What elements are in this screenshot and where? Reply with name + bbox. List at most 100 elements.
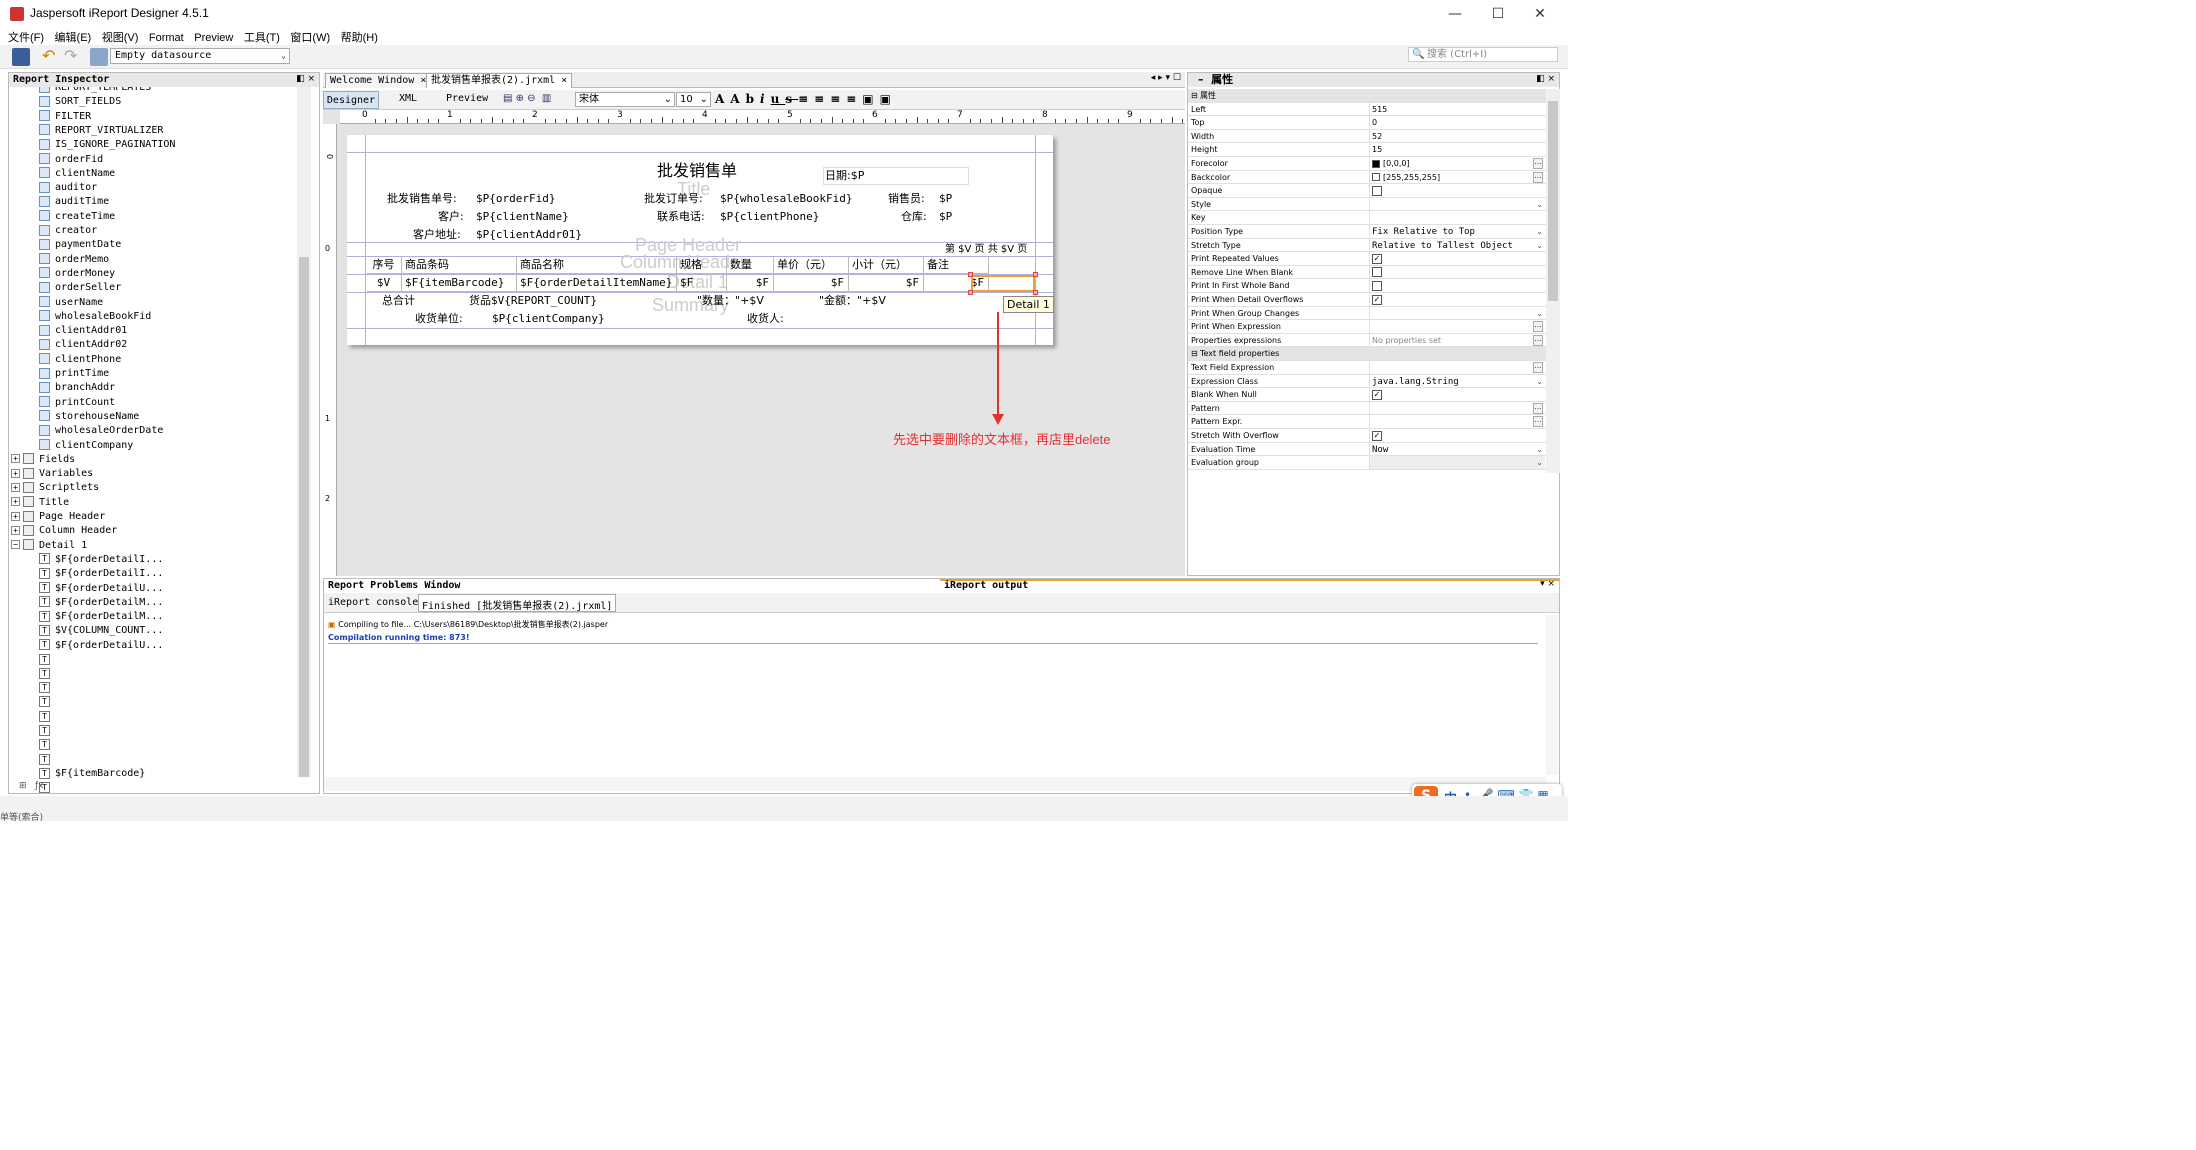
- tree-section[interactable]: + Title: [11, 496, 69, 510]
- menu-preview[interactable]: Preview: [194, 32, 233, 44]
- tree-item-parameter[interactable]: printCount: [39, 396, 115, 410]
- tree-section[interactable]: + Column Header: [11, 524, 117, 538]
- report-page[interactable]: Title Page Header Column Header Detail 1…: [347, 135, 1053, 345]
- tree-item-parameter[interactable]: auditor: [39, 181, 97, 195]
- expand-icon[interactable]: +: [11, 525, 20, 535]
- column-header-cell[interactable]: 商品名称: [517, 257, 677, 274]
- panel-controls[interactable]: ◧ ×: [296, 74, 315, 84]
- tree-item-parameter[interactable]: FILTER: [39, 110, 91, 124]
- tree-item-parameter[interactable]: storehouseName: [39, 410, 139, 424]
- close-icon[interactable]: ×: [561, 75, 567, 86]
- tree-item-parameter[interactable]: branchAddr: [39, 381, 115, 395]
- checkbox-checked[interactable]: ✓: [1372, 253, 1382, 264]
- font-name-select[interactable]: 宋体 ⌄: [575, 92, 675, 107]
- property-row[interactable]: Left 515: [1188, 102, 1546, 117]
- tree-item-parameter[interactable]: auditTime: [39, 195, 109, 209]
- ellipsis-button[interactable]: …: [1533, 158, 1543, 169]
- inspector-footer-icons[interactable]: ⊞ ƒx: [19, 781, 44, 791]
- tree-item-textfield[interactable]: T: [39, 653, 55, 667]
- property-row[interactable]: Forecolor [0,0,0]…: [1188, 157, 1546, 171]
- label-phone[interactable]: 联系电话:: [657, 209, 705, 225]
- chevron-down-icon[interactable]: ⌄: [1536, 456, 1543, 469]
- field-receiver-company[interactable]: $P{clientCompany}: [492, 311, 605, 327]
- tree-item-parameter[interactable]: printTime: [39, 367, 109, 381]
- detail-cell[interactable]: $F: [677, 275, 727, 292]
- field-seller[interactable]: $P: [939, 191, 952, 207]
- tree-item-parameter[interactable]: clientName: [39, 167, 115, 181]
- tree-item-parameter[interactable]: createTime: [39, 210, 115, 224]
- properties-scrollbar[interactable]: [1546, 89, 1560, 473]
- chevron-down-icon[interactable]: ⌄: [1536, 225, 1543, 238]
- output-hscroll[interactable]: [324, 777, 1546, 791]
- checkbox-checked[interactable]: ✓: [1372, 389, 1382, 400]
- column-header-cell[interactable]: 单价（元）: [774, 257, 849, 274]
- detail-cell[interactable]: $F{orderDetailItemName}: [517, 275, 677, 292]
- tree-section[interactable]: + Variables: [11, 467, 93, 481]
- datasource-select[interactable]: Empty datasource ⌄: [110, 48, 290, 64]
- tree-item-textfield[interactable]: T: [39, 725, 55, 739]
- tree-item-textfield[interactable]: T: [39, 696, 55, 710]
- tree-item-parameter[interactable]: REPORT_VIRTUALIZER: [39, 124, 163, 138]
- detail-cell[interactable]: $F: [727, 275, 774, 292]
- selected-textfield[interactable]: [971, 275, 1035, 292]
- tree-item-parameter[interactable]: orderMemo: [39, 253, 109, 267]
- tree-section[interactable]: + Page Header: [11, 510, 105, 524]
- field-book-fid[interactable]: $P{wholesaleBookFid}: [720, 191, 852, 207]
- tree-item-textfield[interactable]: T $F{orderDetailM...: [39, 610, 163, 624]
- column-header-cell[interactable]: 序号: [367, 257, 402, 274]
- property-group-main[interactable]: ⊟ 属性: [1188, 89, 1546, 103]
- property-row[interactable]: Width 52: [1188, 129, 1546, 144]
- property-row[interactable]: Print When Group Changes ⌄: [1188, 306, 1546, 321]
- tree-item-parameter[interactable]: paymentDate: [39, 238, 121, 252]
- checkbox[interactable]: [1372, 280, 1382, 291]
- expand-icon[interactable]: +: [11, 454, 20, 464]
- tree-section[interactable]: − Detail 1: [11, 539, 87, 553]
- property-row[interactable]: Print In First Whole Band: [1188, 279, 1546, 293]
- menu-format[interactable]: Format: [149, 32, 184, 44]
- property-row[interactable]: Print When Detail Overflows ✓: [1188, 293, 1546, 307]
- resize-handle[interactable]: [968, 290, 973, 295]
- detail-cell[interactable]: $V: [367, 275, 402, 292]
- label-warehouse[interactable]: 仓库:: [901, 209, 927, 225]
- tree-item-textfield[interactable]: T: [39, 710, 55, 724]
- column-header-cell[interactable]: 备注: [924, 257, 989, 274]
- report-title[interactable]: 批发销售单: [657, 161, 737, 181]
- property-row[interactable]: Evaluation Time Now ⌄: [1188, 442, 1546, 457]
- column-header-cell[interactable]: 规格: [677, 257, 727, 274]
- tree-item-textfield[interactable]: T: [39, 753, 55, 767]
- tree-item-textfield[interactable]: T $F{orderDetailU...: [39, 639, 163, 653]
- expand-icon[interactable]: +: [11, 482, 20, 492]
- field-client[interactable]: $P{clientName}: [476, 209, 569, 225]
- search-input[interactable]: 🔍 搜索 (Ctrl+I): [1408, 47, 1558, 62]
- save-icon[interactable]: [12, 48, 30, 66]
- collapse-icon[interactable]: ⊟: [1191, 89, 1198, 102]
- checkbox-checked[interactable]: ✓: [1372, 294, 1382, 305]
- scroll-thumb[interactable]: [299, 257, 309, 777]
- summary-qty[interactable]: "数量："+$V: [697, 293, 764, 309]
- menu-edit[interactable]: 编辑(E): [55, 32, 92, 44]
- property-row[interactable]: Properties expressions No properties set…: [1188, 333, 1546, 348]
- page-info[interactable]: 第 $V 页 共 $V 页: [945, 243, 1027, 256]
- property-row[interactable]: Backcolor [255,255,255]…: [1188, 170, 1546, 185]
- close-button[interactable]: ✕: [1520, 4, 1560, 24]
- detail-cell[interactable]: $F: [849, 275, 924, 292]
- tab-nav-controls[interactable]: ◂ ▸ ▾ ☐: [1151, 73, 1181, 83]
- tab-xml[interactable]: XML: [399, 93, 417, 104]
- expand-icon[interactable]: −: [11, 540, 20, 550]
- ellipsis-button[interactable]: …: [1533, 334, 1543, 346]
- tab-preview[interactable]: Preview: [446, 93, 488, 104]
- chevron-down-icon[interactable]: ⌄: [1536, 239, 1543, 252]
- tree-section[interactable]: + Fields: [11, 453, 75, 467]
- field-order-fid[interactable]: $P{orderFid}: [476, 191, 555, 207]
- tree-item-textfield[interactable]: T: [39, 739, 55, 753]
- property-row[interactable]: Key: [1188, 211, 1546, 225]
- tree-item-parameter[interactable]: SORT_FIELDS: [39, 95, 121, 109]
- minimize-button[interactable]: —: [1435, 4, 1475, 24]
- chevron-down-icon[interactable]: ⌄: [1536, 307, 1543, 320]
- ellipsis-button[interactable]: …: [1533, 402, 1543, 414]
- maximize-button[interactable]: ☐: [1478, 4, 1518, 24]
- ellipsis-button[interactable]: …: [1533, 362, 1543, 373]
- tree-item-textfield[interactable]: T $F{orderDetailI...: [39, 567, 163, 581]
- tree-item-parameter[interactable]: wholesaleOrderDate: [39, 424, 163, 438]
- output-vscroll[interactable]: [1546, 615, 1558, 775]
